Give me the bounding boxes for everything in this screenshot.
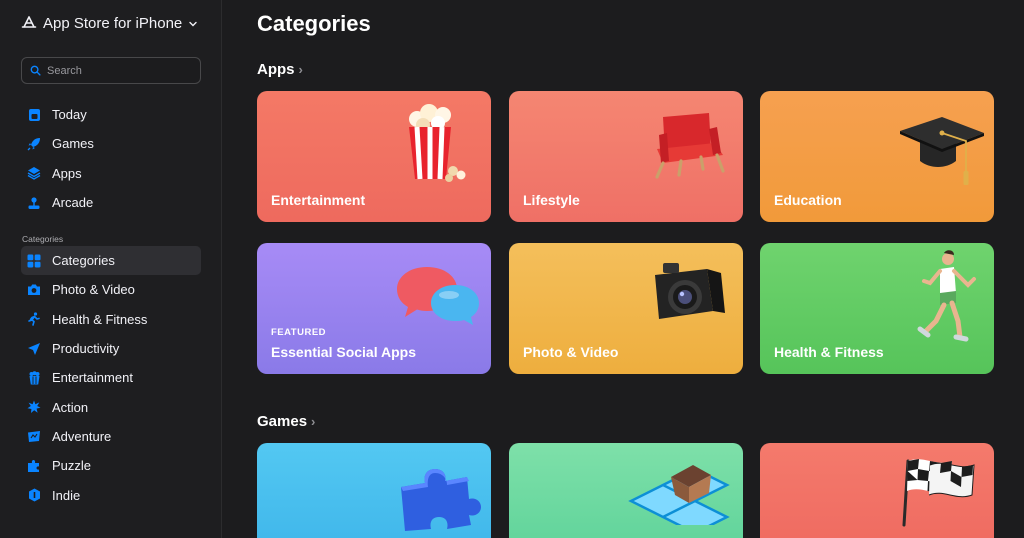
sidebar-item-adventure[interactable]: Adventure bbox=[21, 422, 201, 451]
store-switcher[interactable]: App Store for iPhone bbox=[21, 15, 198, 32]
chat-bubbles-illustration bbox=[397, 267, 479, 325]
nav-main: Today Games Apps Arcade bbox=[21, 100, 201, 217]
sidebar-item-indie[interactable]: Indie bbox=[21, 480, 201, 509]
search-input[interactable] bbox=[47, 64, 187, 77]
app-title: App Store for iPhone bbox=[43, 15, 183, 32]
sidebar-item-label: Apps bbox=[52, 165, 82, 181]
nav-categories: Categories Photo & Video Health & Fitnes… bbox=[21, 246, 201, 510]
category-card-entertainment[interactable]: Entertainment bbox=[257, 91, 491, 222]
sidebar-item-label: Categories bbox=[52, 253, 115, 269]
sidebar-item-today[interactable]: Today bbox=[21, 100, 201, 129]
card-label: Entertainment bbox=[271, 192, 366, 208]
sidebar-item-label: Adventure bbox=[52, 428, 112, 444]
games-section-header[interactable]: Games › bbox=[257, 413, 315, 430]
paper-plane-icon bbox=[27, 342, 41, 356]
apps-section-title: Apps bbox=[257, 61, 295, 78]
joystick-icon bbox=[27, 196, 41, 210]
sidebar-item-label: Indie bbox=[52, 487, 81, 503]
category-card-simulation[interactable] bbox=[509, 443, 743, 538]
sidebar-item-label: Productivity bbox=[52, 341, 120, 357]
runner-illustration bbox=[917, 250, 976, 342]
rocket-icon bbox=[27, 137, 41, 151]
category-card-photo-video[interactable]: Photo & Video bbox=[509, 243, 743, 374]
card-label: Lifestyle bbox=[523, 192, 580, 208]
category-card-education[interactable]: Education bbox=[760, 91, 994, 222]
category-card-essential-social-apps[interactable]: FEATURED Essential Social Apps bbox=[257, 243, 491, 374]
runner-icon bbox=[27, 312, 41, 327]
sidebar-item-puzzle[interactable]: Puzzle bbox=[21, 451, 201, 480]
popcorn-illustration bbox=[409, 104, 466, 182]
search-field[interactable] bbox=[21, 57, 201, 84]
indie-icon bbox=[27, 488, 41, 502]
sidebar-item-action[interactable]: Action bbox=[21, 392, 201, 421]
games-section-title: Games bbox=[257, 413, 308, 430]
sidebar-item-label: Games bbox=[52, 136, 94, 152]
today-icon bbox=[27, 108, 41, 122]
puzzle-icon bbox=[27, 459, 41, 473]
sidebar-item-productivity[interactable]: Productivity bbox=[21, 334, 201, 363]
armchair-illustration bbox=[655, 113, 725, 179]
sidebar-item-entertainment[interactable]: Entertainment bbox=[21, 363, 201, 392]
app-store-icon bbox=[21, 15, 37, 28]
card-label: Photo & Video bbox=[523, 344, 619, 360]
puzzle-piece-illustration bbox=[401, 469, 481, 531]
sidebar: App Store for iPhone Today Games bbox=[0, 0, 222, 538]
layers-icon bbox=[27, 166, 41, 181]
category-card-health-fitness[interactable]: Health & Fitness bbox=[760, 243, 994, 374]
search-icon bbox=[30, 65, 41, 76]
sidebar-item-arcade[interactable]: Arcade bbox=[21, 188, 201, 217]
chevron-right-icon: › bbox=[298, 62, 303, 77]
grid-icon bbox=[27, 254, 41, 268]
category-card-puzzle[interactable] bbox=[257, 443, 491, 538]
sidebar-item-label: Arcade bbox=[52, 195, 94, 211]
card-label: Health & Fitness bbox=[774, 344, 884, 360]
categories-section-label: Categories bbox=[22, 234, 64, 244]
page-title: Categories bbox=[257, 11, 371, 36]
category-card-lifestyle[interactable]: Lifestyle bbox=[509, 91, 743, 222]
sidebar-item-apps[interactable]: Apps bbox=[21, 159, 201, 188]
burst-icon bbox=[27, 400, 41, 414]
card-label: Essential Social Apps bbox=[271, 344, 416, 360]
chevron-right-icon: › bbox=[311, 414, 316, 429]
sidebar-item-label: Health & Fitness bbox=[52, 311, 148, 327]
sidebar-item-label: Puzzle bbox=[52, 458, 92, 474]
card-label: Education bbox=[774, 192, 842, 208]
apps-section-header[interactable]: Apps › bbox=[257, 61, 303, 78]
chevron-down-icon bbox=[189, 21, 197, 26]
sidebar-item-photo-video[interactable]: Photo & Video bbox=[21, 275, 201, 304]
sidebar-item-label: Photo & Video bbox=[52, 282, 135, 298]
sidebar-item-label: Today bbox=[52, 107, 87, 123]
sidebar-item-health-fitness[interactable]: Health & Fitness bbox=[21, 305, 201, 334]
camera-icon bbox=[27, 283, 41, 297]
popcorn-icon bbox=[27, 371, 41, 385]
camera-illustration bbox=[655, 263, 725, 319]
map-icon bbox=[27, 429, 41, 443]
house-grid-illustration bbox=[628, 465, 730, 525]
sidebar-item-categories[interactable]: Categories bbox=[21, 246, 201, 276]
sidebar-item-label: Action bbox=[52, 399, 89, 415]
category-card-racing[interactable] bbox=[760, 443, 994, 538]
featured-tag: FEATURED bbox=[271, 327, 327, 338]
sidebar-item-label: Entertainment bbox=[52, 370, 133, 386]
graduation-cap-illustration bbox=[900, 117, 984, 185]
sidebar-item-games[interactable]: Games bbox=[21, 129, 201, 158]
checkered-flag-illustration bbox=[902, 459, 975, 527]
